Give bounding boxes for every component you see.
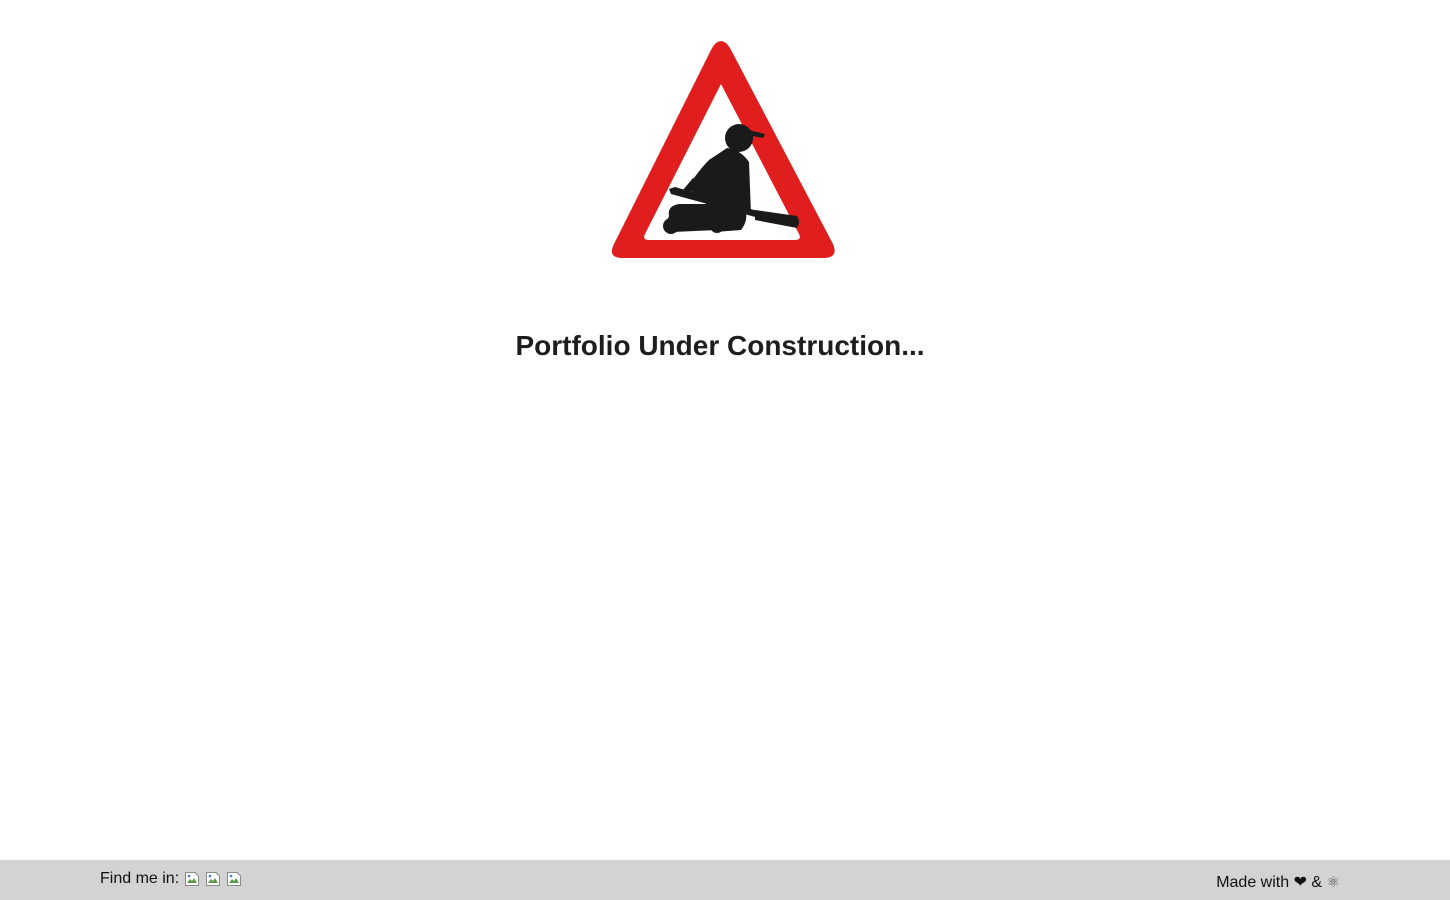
men-at-work-sign-icon <box>611 41 835 258</box>
broken-image-icon <box>227 872 242 886</box>
find-me-label: Find me in: <box>100 870 180 887</box>
social-link-1[interactable] <box>184 871 200 887</box>
page: Portfolio Under Construction... Find me … <box>0 0 1450 900</box>
ampersand-text: & <box>1311 874 1323 891</box>
footer: Find me in: Made with ❤ & ⚛ <box>0 860 1450 900</box>
made-with-credit: Made with ❤ & ⚛ <box>1216 872 1340 892</box>
broken-image-icon <box>206 872 221 886</box>
page-title: Portfolio Under Construction... <box>515 330 925 361</box>
social-link-3[interactable] <box>226 871 242 887</box>
broken-image-icon <box>185 872 200 886</box>
react-atom-icon: ⚛ <box>1326 874 1340 891</box>
made-with-label: Made with <box>1216 874 1290 891</box>
social-link-2[interactable] <box>205 871 221 887</box>
hero-section: Portfolio Under Construction... <box>0 0 1450 860</box>
social-links-group: Find me in: <box>100 870 242 888</box>
heart-icon: ❤ <box>1293 874 1307 891</box>
